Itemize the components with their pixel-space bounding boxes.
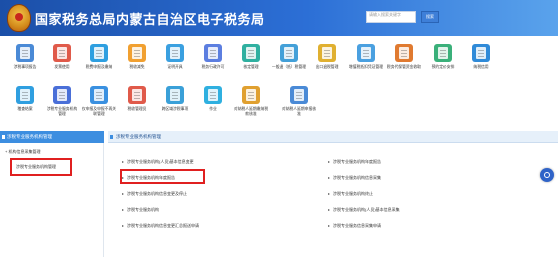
calendar-icon [290, 86, 308, 104]
audit-icon [16, 86, 34, 104]
main-content: 涉税专业服务机构管理 涉税专业服务机构(人员)基本信息变更 涉税专业服务机构年度… [108, 131, 558, 257]
tile-deferred-payment[interactable]: 对纳税人延期缴纳税 款核准 [228, 80, 274, 122]
funds-icon [395, 44, 413, 62]
payment-icon [242, 86, 260, 104]
document-icon [16, 44, 34, 62]
credit-icon [472, 44, 490, 62]
site-title: 国家税务总局内蒙古自治区电子税务局 [35, 12, 265, 27]
search-input[interactable]: 请输入搜索关键字 [366, 11, 416, 23]
service-icon-grid: 涉税事项报告 发票使用 税费申报及缴纳 税收减免 证明开具 税务行政许可 核定管… [0, 36, 558, 128]
discount-icon [128, 44, 146, 62]
link-agency-collection-application[interactable]: 涉税专业服务信息采集申请 [328, 223, 381, 229]
assessment-icon [242, 44, 260, 62]
content-heading: 涉税专业服务机构管理 [108, 131, 558, 143]
export-icon [318, 44, 336, 62]
tile-deferred-filing[interactable]: 对纳税人延期申报核 准 [276, 80, 322, 122]
sidebar-heading: 涉税专业服务机构管理 [0, 131, 104, 143]
link-agency-change-summary[interactable]: 涉税专业服务机构信息变更汇总报送申请 [122, 223, 199, 229]
pricing-icon [434, 44, 452, 62]
tile-label-line2: 准 [297, 112, 301, 116]
filing-icon [90, 44, 108, 62]
sidebar-item-agency-management[interactable]: 涉税专业服务机构管理 [10, 158, 72, 176]
site-header: 国家税务总局内蒙古自治区电子税务局 请输入搜索关键字 搜索 [0, 0, 558, 36]
voucher-icon [357, 44, 375, 62]
license-icon [204, 44, 222, 62]
left-sidebar: 涉税专业服务机构管理 + 机构信息采集管理 涉税专业服务机构管理 [0, 131, 104, 257]
certificate-icon [166, 44, 184, 62]
tile-label: 纳税信用 [473, 65, 489, 69]
highlight-box [120, 169, 205, 184]
search-button[interactable]: 搜索 [421, 11, 439, 23]
invoice-icon [53, 44, 71, 62]
link-agency[interactable]: 涉税专业服务机构 [122, 207, 159, 213]
tile-label-line2: 款核准 [245, 112, 257, 116]
officer-icon [128, 86, 146, 104]
link-agency-annual-report-2[interactable]: 涉税专业服务机构年度报告 [328, 159, 381, 165]
link-agency-personnel-change[interactable]: 涉税专业服务机构(人员)基本信息变更 [122, 159, 194, 165]
tax-emblem-logo [7, 4, 31, 32]
link-agency-termination[interactable]: 涉税专业服务机构终止 [328, 191, 373, 197]
floating-assistant-button[interactable] [540, 168, 554, 182]
link-agency-change-stop[interactable]: 涉税专业服务机构信息变更及停止 [122, 191, 187, 197]
link-icon [90, 86, 108, 104]
tile-tax-credit[interactable]: 纳税信用 [458, 38, 504, 80]
link-agency-personnel-collection[interactable]: 涉税专业服务机构(人员)基本信息采集 [328, 207, 400, 213]
region-icon [166, 86, 184, 104]
sidebar-subheading[interactable]: + 机构信息采集管理 [5, 149, 40, 155]
link-agency-info-collection[interactable]: 涉税专业服务机构信息采集 [328, 175, 381, 181]
agency-icon [53, 86, 71, 104]
task-icon [204, 86, 222, 104]
refund-icon [280, 44, 298, 62]
